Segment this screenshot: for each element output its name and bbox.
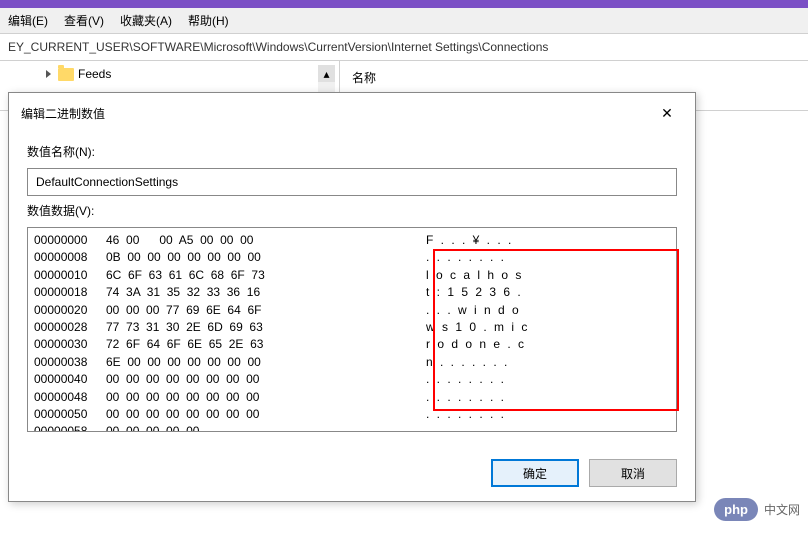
hex-ascii[interactable]: . . . . . . . . <box>426 406 670 423</box>
hex-bytes[interactable]: 77 73 31 30 2E 6D 69 63 <box>106 319 426 336</box>
hex-bytes[interactable]: 00 00 00 00 00 00 00 00 <box>106 406 426 423</box>
top-accent-bar <box>0 0 808 8</box>
badge-text: 中文网 <box>764 501 800 518</box>
cancel-button[interactable]: 取消 <box>589 459 677 487</box>
hex-ascii[interactable]: r o d o n e . c <box>426 336 670 353</box>
dialog-body: 数值名称(N): 数值数据(V): 0000000046 00 00 A5 00… <box>9 133 695 451</box>
folder-icon <box>58 68 74 81</box>
hex-ascii[interactable]: . . . . . . . . <box>426 249 670 266</box>
value-data-label: 数值数据(V): <box>27 202 677 219</box>
hex-row[interactable]: 0000002000 00 00 77 69 6E 64 6F. . . w i… <box>34 302 670 319</box>
menu-help[interactable]: 帮助(H) <box>188 12 229 29</box>
ok-button[interactable]: 确定 <box>491 459 579 487</box>
address-bar[interactable]: EY_CURRENT_USER\SOFTWARE\Microsoft\Windo… <box>0 34 808 61</box>
hex-ascii[interactable]: F . . . ¥ . . . <box>426 232 670 249</box>
menu-bar: 编辑(E) 查看(V) 收藏夹(A) 帮助(H) <box>0 8 808 34</box>
menu-view[interactable]: 查看(V) <box>64 12 104 29</box>
hex-row[interactable]: 0000004000 00 00 00 00 00 00 00. . . . .… <box>34 371 670 388</box>
tree-item-feeds[interactable]: Feeds <box>4 65 335 83</box>
dialog-titlebar: 编辑二进制数值 ✕ <box>9 93 695 133</box>
close-icon: ✕ <box>661 105 673 122</box>
hex-ascii[interactable]: . . . w i n d o <box>426 302 670 319</box>
hex-bytes[interactable]: 0B 00 00 00 00 00 00 00 <box>106 249 426 266</box>
hex-offset: 00000038 <box>34 354 106 371</box>
hex-row[interactable]: 0000005800 00 00 00 00 . . . . . <box>34 423 670 432</box>
hex-bytes[interactable]: 74 3A 31 35 32 33 36 16 <box>106 284 426 301</box>
hex-row[interactable]: 0000005000 00 00 00 00 00 00 00. . . . .… <box>34 406 670 423</box>
hex-bytes[interactable]: 46 00 00 A5 00 00 00 <box>106 232 426 249</box>
hex-ascii[interactable]: . . . . . . . . <box>426 371 670 388</box>
hex-bytes[interactable]: 00 00 00 00 00 00 00 00 <box>106 389 426 406</box>
hex-bytes[interactable]: 00 00 00 00 00 <box>106 423 426 432</box>
hex-ascii[interactable]: t : 1 5 2 3 6 . <box>426 284 670 301</box>
hex-offset: 00000018 <box>34 284 106 301</box>
hex-ascii[interactable]: n . . . . . . . <box>426 354 670 371</box>
hex-bytes[interactable]: 6E 00 00 00 00 00 00 00 <box>106 354 426 371</box>
list-header-name[interactable]: 名称 <box>348 65 800 90</box>
expand-icon[interactable] <box>44 69 54 79</box>
watermark-badge: php 中文网 <box>714 498 800 521</box>
scroll-up-icon[interactable]: ▴ <box>318 65 335 82</box>
dialog-footer: 确定 取消 <box>9 451 695 501</box>
hex-bytes[interactable]: 72 6F 64 6F 6E 65 2E 63 <box>106 336 426 353</box>
hex-offset: 00000008 <box>34 249 106 266</box>
hex-row[interactable]: 0000003072 6F 64 6F 6E 65 2E 63r o d o n… <box>34 336 670 353</box>
edit-binary-dialog: 编辑二进制数值 ✕ 数值名称(N): 数值数据(V): 0000000046 0… <box>8 92 696 502</box>
value-name-label: 数值名称(N): <box>27 143 677 160</box>
tree-item-label: Feeds <box>78 67 111 81</box>
hex-row[interactable]: 0000002877 73 31 30 2E 6D 69 63w s 1 0 .… <box>34 319 670 336</box>
hex-row[interactable]: 000000080B 00 00 00 00 00 00 00. . . . .… <box>34 249 670 266</box>
hex-bytes[interactable]: 00 00 00 00 00 00 00 00 <box>106 371 426 388</box>
hex-row[interactable]: 000000106C 6F 63 61 6C 68 6F 73l o c a l… <box>34 267 670 284</box>
close-button[interactable]: ✕ <box>651 101 683 125</box>
hex-ascii[interactable]: . . . . . . . . <box>426 389 670 406</box>
hex-ascii[interactable]: l o c a l h o s <box>426 267 670 284</box>
dialog-title-text: 编辑二进制数值 <box>21 105 105 122</box>
hex-offset: 00000030 <box>34 336 106 353</box>
hex-ascii[interactable]: . . . . . <box>426 423 670 432</box>
hex-offset: 00000020 <box>34 302 106 319</box>
hex-offset: 00000048 <box>34 389 106 406</box>
hex-editor[interactable]: 0000000046 00 00 A5 00 00 00F . . . ¥ . … <box>27 227 677 432</box>
hex-offset: 00000010 <box>34 267 106 284</box>
hex-offset: 00000028 <box>34 319 106 336</box>
hex-row[interactable]: 000000386E 00 00 00 00 00 00 00n . . . .… <box>34 354 670 371</box>
hex-offset: 00000050 <box>34 406 106 423</box>
php-logo: php <box>714 498 758 521</box>
value-name-input[interactable] <box>27 168 677 196</box>
hex-ascii[interactable]: w s 1 0 . m i c <box>426 319 670 336</box>
hex-row[interactable]: 0000001874 3A 31 35 32 33 36 16t : 1 5 2… <box>34 284 670 301</box>
hex-offset: 00000040 <box>34 371 106 388</box>
hex-row[interactable]: 0000000046 00 00 A5 00 00 00F . . . ¥ . … <box>34 232 670 249</box>
hex-row[interactable]: 0000004800 00 00 00 00 00 00 00. . . . .… <box>34 389 670 406</box>
hex-bytes[interactable]: 00 00 00 77 69 6E 64 6F <box>106 302 426 319</box>
hex-bytes[interactable]: 6C 6F 63 61 6C 68 6F 73 <box>106 267 426 284</box>
menu-favorites[interactable]: 收藏夹(A) <box>120 12 172 29</box>
menu-edit[interactable]: 编辑(E) <box>8 12 48 29</box>
hex-offset: 00000000 <box>34 232 106 249</box>
hex-offset: 00000058 <box>34 423 106 432</box>
